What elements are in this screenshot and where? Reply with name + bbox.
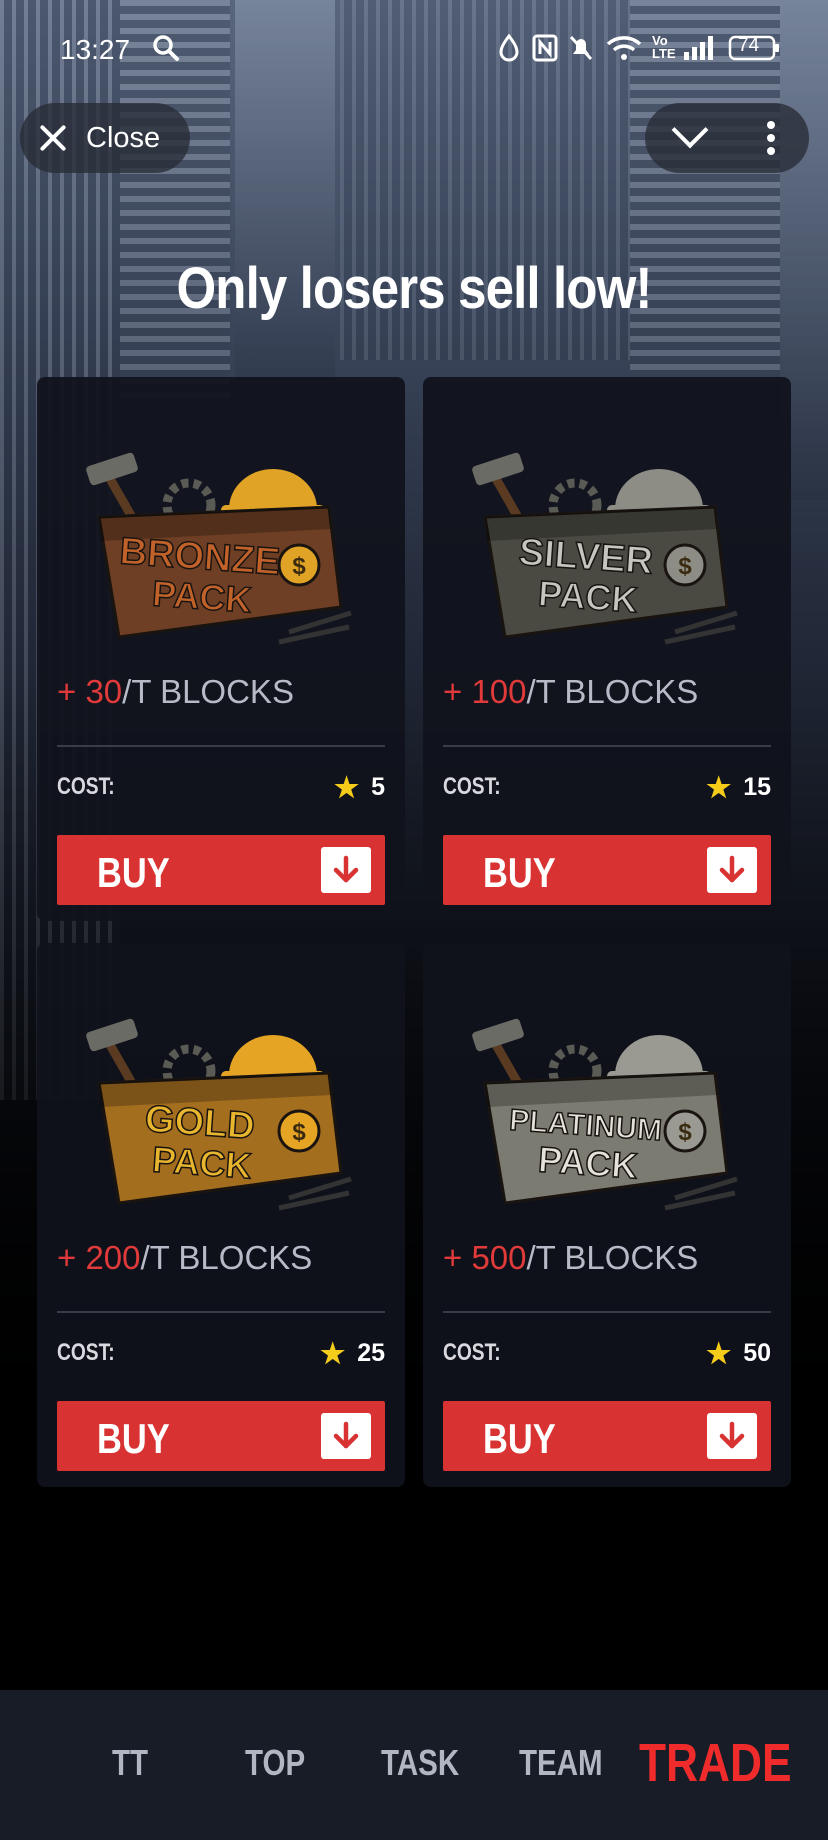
wifi-icon bbox=[606, 34, 642, 62]
pack-yield: + 200/T BLOCKS bbox=[57, 1239, 312, 1277]
pack-image-subtitle: PACK bbox=[151, 1139, 253, 1187]
header-menu bbox=[645, 103, 809, 173]
pack-image-subtitle: PACK bbox=[151, 573, 253, 621]
nav-trade[interactable]: TRADE bbox=[639, 1732, 792, 1794]
bronze-pack-image: $ BRONZE PACK bbox=[86, 452, 352, 645]
page-headline: Only losers sell low! bbox=[176, 256, 652, 321]
pack-card-gold: $ GOLD PACK + 200/T BLOCKS COST: ★ 25 BU… bbox=[37, 943, 405, 1487]
svg-text:$: $ bbox=[292, 1119, 306, 1146]
yield-plus: + bbox=[57, 1239, 77, 1276]
star-icon: ★ bbox=[706, 1338, 732, 1369]
cost-amount: 50 bbox=[743, 1339, 771, 1367]
svg-text:$: $ bbox=[678, 1119, 692, 1146]
collapse-button[interactable] bbox=[645, 103, 727, 173]
cost-value: ★ 50 bbox=[706, 1337, 771, 1370]
yield-plus: + bbox=[443, 673, 463, 710]
yield-plus: + bbox=[57, 673, 77, 710]
nav-task[interactable]: TASK bbox=[381, 1742, 459, 1784]
bottom-nav: TT TOP TASK TEAM TRADE bbox=[0, 1690, 828, 1840]
divider bbox=[443, 745, 771, 747]
platinum-pack-image: $ PLATINUM PACK bbox=[472, 1018, 738, 1211]
battery-icon: 74 bbox=[728, 34, 780, 62]
yield-unit: /T BLOCKS bbox=[526, 1239, 699, 1276]
divider bbox=[443, 1311, 771, 1313]
data-saver-icon bbox=[498, 33, 520, 62]
cost-amount: 15 bbox=[743, 773, 771, 801]
pack-image-subtitle: PACK bbox=[537, 1139, 639, 1187]
cost-label: COST: bbox=[57, 773, 115, 800]
pack-yield: + 100/T BLOCKS bbox=[443, 673, 698, 711]
silver-pack-image: $ SILVER PACK bbox=[472, 452, 738, 645]
yield-amount: 500 bbox=[471, 1239, 527, 1276]
buy-label: BUY bbox=[97, 1415, 170, 1462]
yield-amount: 30 bbox=[85, 673, 123, 710]
pack-card-platinum: $ PLATINUM PACK + 500/T BLOCKS COST: ★ 5… bbox=[423, 943, 791, 1487]
divider bbox=[57, 745, 385, 747]
battery-level: 74 bbox=[738, 35, 760, 56]
pack-card-silver: $ SILVER PACK + 100/T BLOCKS COST: ★ 15 … bbox=[423, 377, 791, 921]
buy-button[interactable]: BUY bbox=[443, 1401, 771, 1471]
yield-unit: /T BLOCKS bbox=[526, 673, 699, 710]
nav-tt[interactable]: TT bbox=[112, 1742, 148, 1784]
close-icon bbox=[38, 123, 68, 153]
cost-label: COST: bbox=[443, 773, 501, 800]
divider bbox=[57, 1311, 385, 1313]
close-label: Close bbox=[86, 121, 161, 154]
yield-amount: 100 bbox=[471, 673, 527, 710]
cost-label: COST: bbox=[443, 1339, 501, 1366]
svg-text:$: $ bbox=[292, 553, 306, 580]
gold-pack-image: $ GOLD PACK bbox=[86, 1018, 352, 1211]
cost-amount: 5 bbox=[371, 773, 385, 801]
search-icon bbox=[152, 34, 180, 62]
yield-amount: 200 bbox=[85, 1239, 141, 1276]
yield-unit: /T BLOCKS bbox=[122, 673, 294, 710]
pack-yield: + 500/T BLOCKS bbox=[443, 1239, 698, 1277]
arrow-down-icon bbox=[707, 847, 757, 893]
nav-top[interactable]: TOP bbox=[245, 1742, 305, 1784]
yield-plus: + bbox=[443, 1239, 463, 1276]
nav-team[interactable]: TEAM bbox=[519, 1742, 603, 1784]
cost-label: COST: bbox=[57, 1339, 115, 1366]
cost-value: ★ 15 bbox=[706, 771, 771, 804]
pack-card-bronze: $ BRONZE PACK + 30/T BLOCKS COST: ★ 5 BU… bbox=[37, 377, 405, 921]
buy-label: BUY bbox=[483, 1415, 556, 1462]
more-button[interactable] bbox=[727, 103, 809, 173]
buy-label: BUY bbox=[97, 849, 170, 896]
arrow-down-icon bbox=[321, 1413, 371, 1459]
volte-icon: Vo LTE bbox=[652, 33, 676, 61]
mute-icon bbox=[568, 34, 594, 62]
arrow-down-icon bbox=[707, 1413, 757, 1459]
pack-image-subtitle: PACK bbox=[537, 573, 639, 621]
star-icon: ★ bbox=[333, 772, 360, 803]
cost-amount: 25 bbox=[357, 1339, 385, 1367]
chevron-down-icon bbox=[671, 111, 709, 149]
signal-icon bbox=[682, 34, 718, 62]
arrow-down-icon bbox=[321, 847, 371, 893]
cost-value: ★ 25 bbox=[320, 1337, 385, 1370]
buy-button[interactable]: BUY bbox=[57, 835, 385, 905]
yield-unit: /T BLOCKS bbox=[140, 1239, 313, 1276]
star-icon: ★ bbox=[320, 1338, 346, 1369]
buy-label: BUY bbox=[483, 849, 556, 896]
status-bar: 13:27 Vo LTE 74 bbox=[0, 0, 828, 96]
status-time: 13:27 bbox=[60, 34, 131, 65]
star-icon: ★ bbox=[706, 772, 732, 803]
pack-yield: + 30/T BLOCKS bbox=[57, 673, 294, 711]
more-vertical-icon bbox=[767, 121, 777, 157]
buy-button[interactable]: BUY bbox=[57, 1401, 385, 1471]
close-button[interactable]: Close bbox=[20, 103, 190, 173]
nfc-icon bbox=[532, 34, 558, 62]
buy-button[interactable]: BUY bbox=[443, 835, 771, 905]
svg-text:$: $ bbox=[678, 553, 692, 580]
cost-value: ★ 5 bbox=[334, 771, 385, 804]
